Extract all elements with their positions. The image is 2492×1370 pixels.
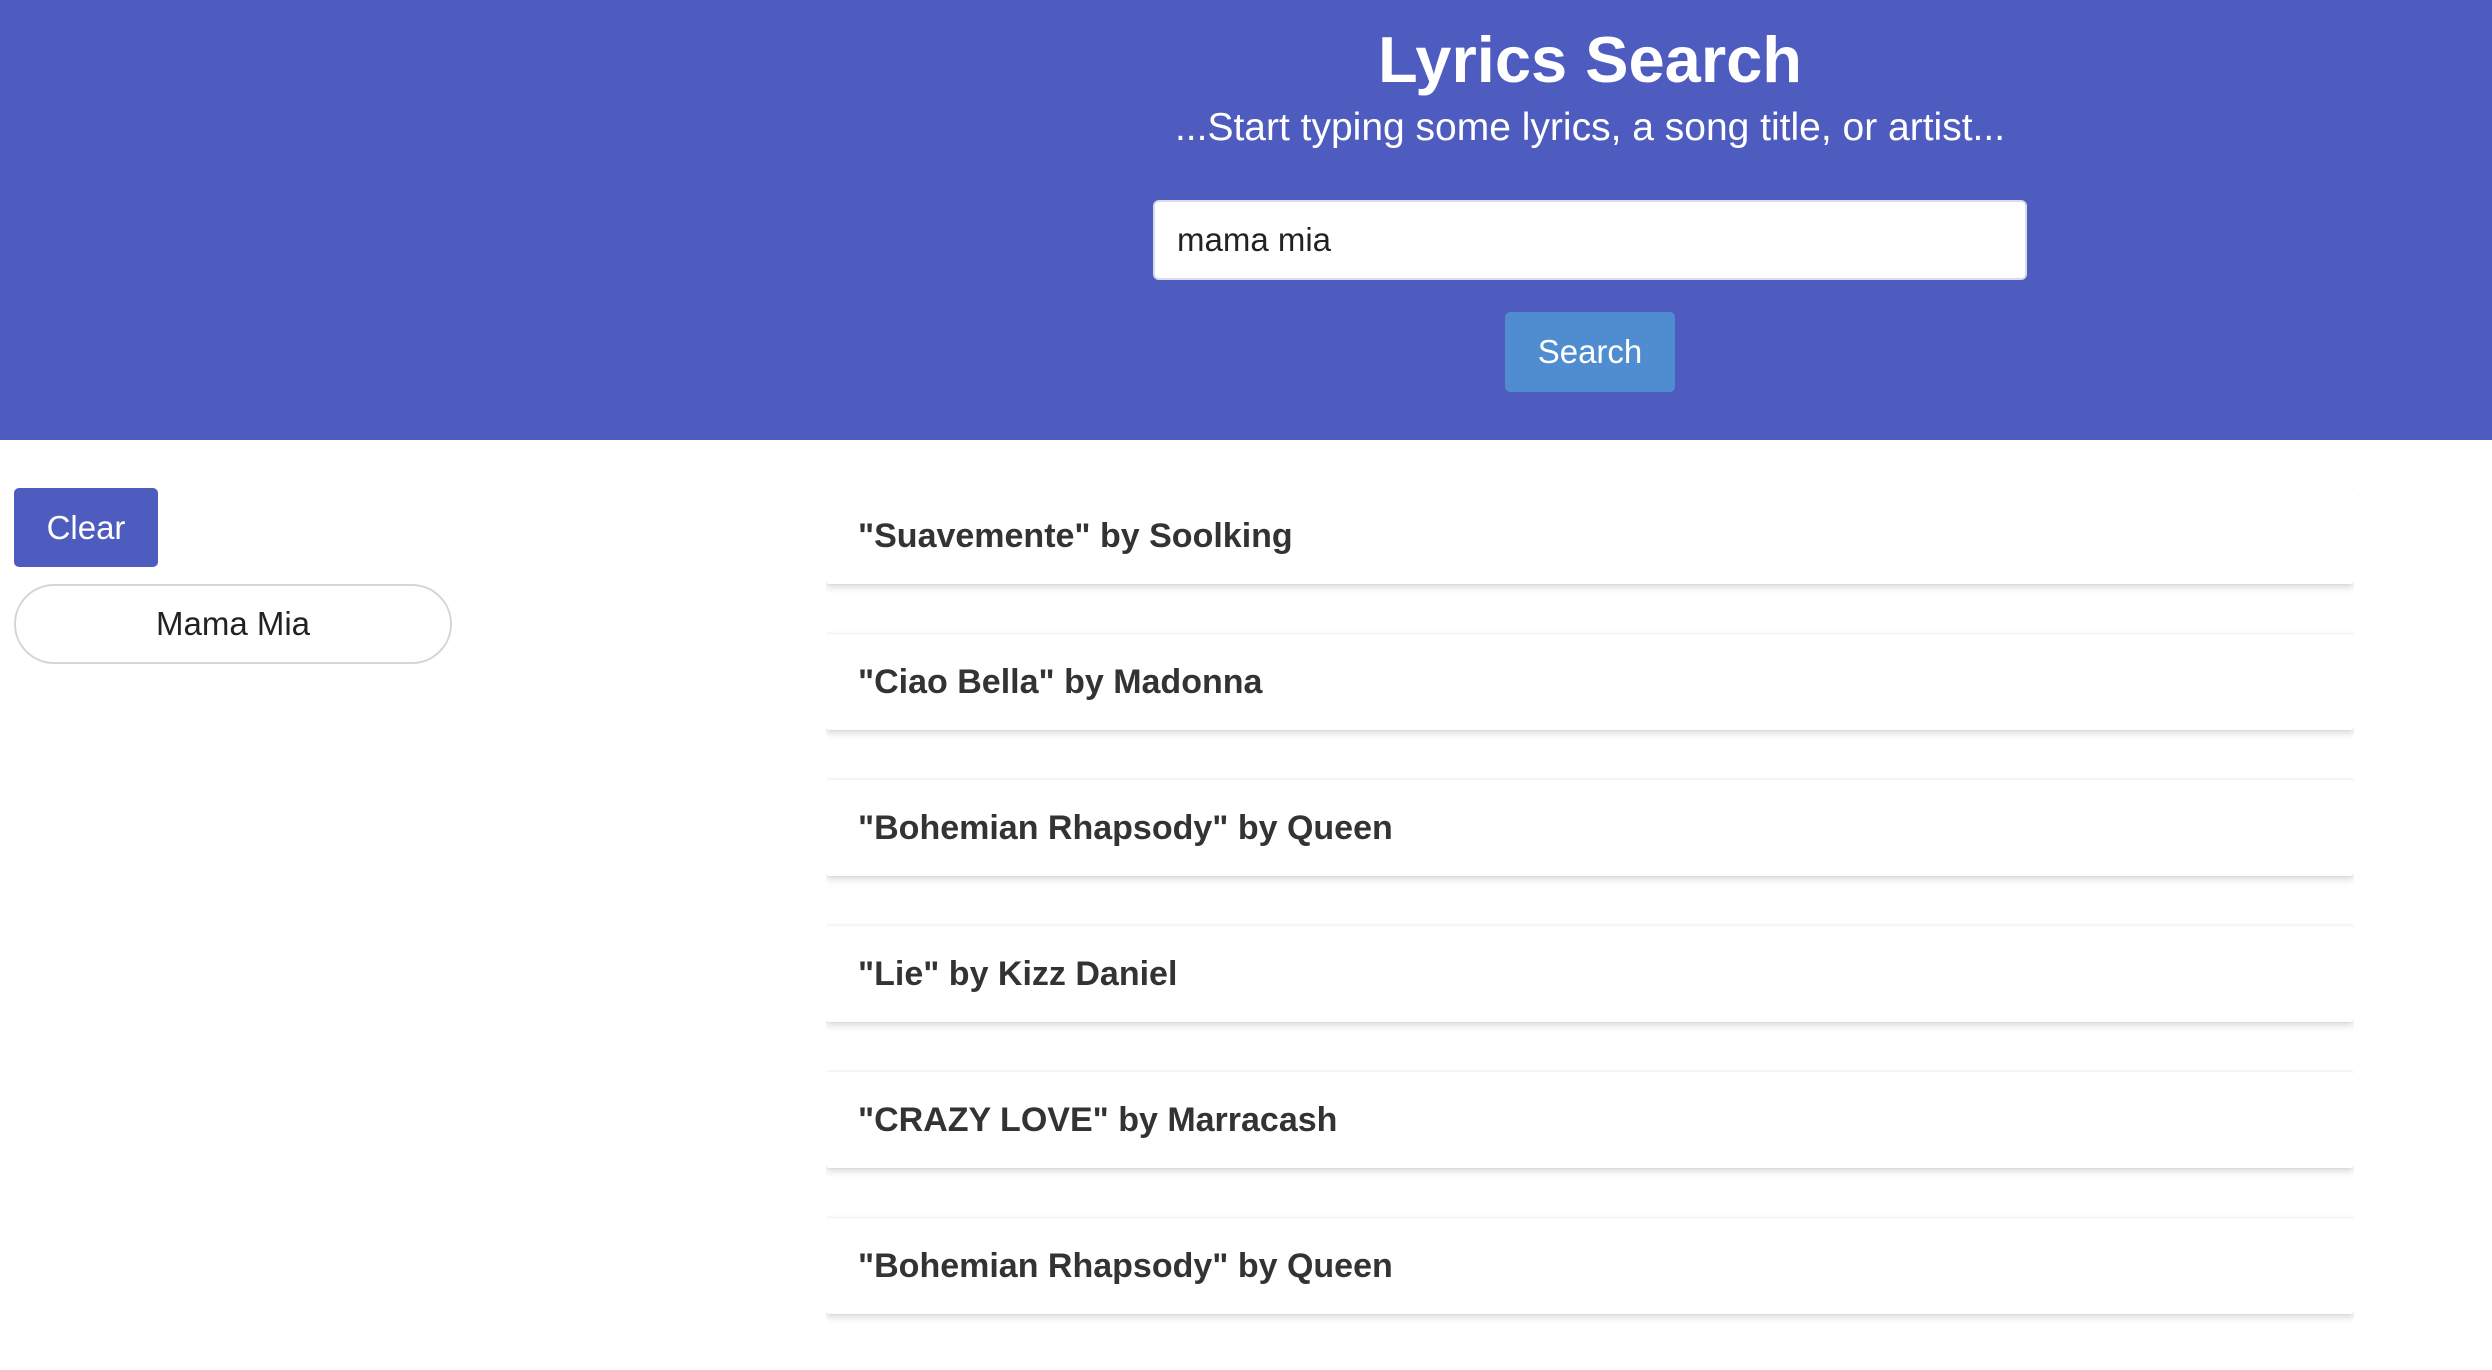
search-input[interactable] [1153, 200, 2027, 280]
result-item[interactable]: "Suavemente" by Soolking [826, 488, 2354, 584]
page-title: Lyrics Search [1378, 23, 1802, 96]
search-button[interactable]: Search [1505, 312, 1675, 392]
result-item[interactable]: "Bohemian Rhapsody" by Queen [826, 780, 2354, 876]
result-item[interactable]: "CRAZY LOVE" by Marracash [826, 1072, 2354, 1168]
result-item[interactable]: "Ciao Bella" by Madonna [826, 634, 2354, 730]
page-subtitle: ...Start typing some lyrics, a song titl… [1174, 106, 2006, 149]
header-banner: Lyrics Search ...Start typing some lyric… [0, 0, 2492, 440]
result-item[interactable]: "Bohemian Rhapsody" by Queen [826, 1218, 2354, 1314]
result-item[interactable]: "Lie" by Kizz Daniel [826, 926, 2354, 1022]
search-history-item[interactable]: Mama Mia [14, 584, 452, 664]
results-list: "Suavemente" by Soolking "Ciao Bella" by… [826, 488, 2354, 1370]
clear-button[interactable]: Clear [14, 488, 158, 567]
